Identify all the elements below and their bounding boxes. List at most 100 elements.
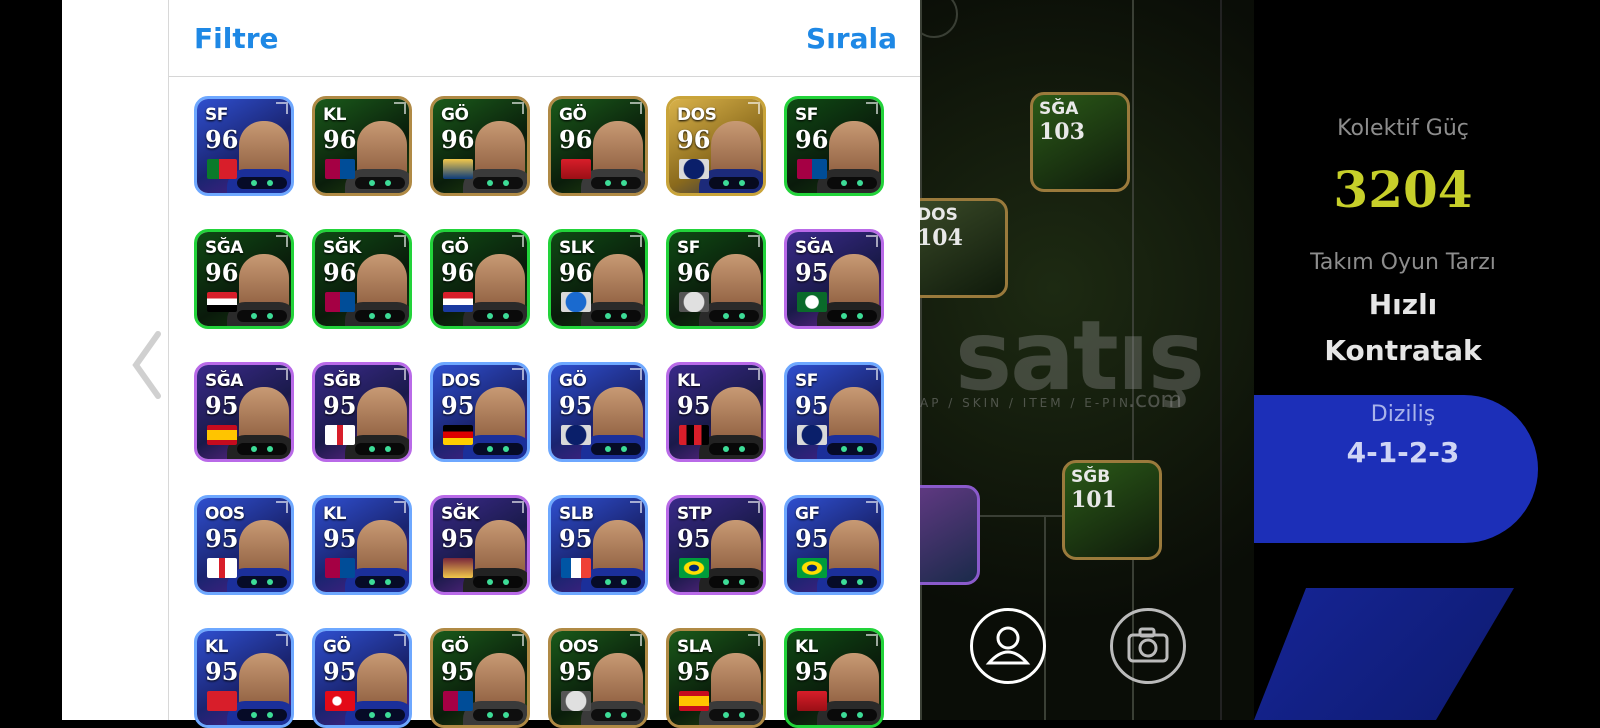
player-position: GÖ [441, 105, 469, 125]
player-rating: 96 [441, 125, 475, 154]
corner-marker [394, 235, 406, 247]
player-card[interactable]: KL 95 [194, 628, 294, 728]
player-card[interactable]: GÖ 96 [548, 96, 648, 196]
player-card[interactable]: KL 96 [312, 96, 412, 196]
nation-flag-icon [679, 558, 709, 578]
nation-flag-icon [797, 292, 827, 312]
player-card[interactable]: GÖ 96 [430, 229, 530, 329]
player-position: GÖ [441, 637, 469, 657]
formation-value[interactable]: 4-1-2-3 [1254, 436, 1576, 469]
nation-flag-icon [679, 425, 709, 445]
player-card[interactable]: OOS 95 [548, 628, 648, 728]
player-rating: 103 [1039, 119, 1085, 145]
corner-marker [276, 368, 288, 380]
skill-indicator [591, 177, 641, 189]
player-position: DOS [920, 205, 958, 225]
corner-marker [276, 235, 288, 247]
player-rating: 96 [559, 258, 593, 287]
player-card[interactable]: KL 95 [784, 628, 884, 728]
player-card[interactable]: SĞA 95 [784, 229, 884, 329]
player-card[interactable]: SF 96 [784, 96, 884, 196]
player-card[interactable]: KL 95 [312, 495, 412, 595]
player-position: SĞK [323, 238, 361, 258]
player-rating: 95 [441, 657, 475, 686]
player-position: KL [205, 637, 229, 657]
player-card[interactable]: STP 95 [666, 495, 766, 595]
player-card[interactable]: SF 96 [194, 96, 294, 196]
player-card[interactable]: SĞK 95 [430, 495, 530, 595]
player-card[interactable]: GÖ 95 [312, 628, 412, 728]
skill-indicator [709, 443, 759, 455]
player-card[interactable]: SLB 95 [548, 495, 648, 595]
nation-flag-icon [561, 425, 591, 445]
corner-marker [630, 102, 642, 114]
skill-indicator [473, 576, 523, 588]
player-card[interactable]: SLK 96 [548, 229, 648, 329]
player-position: GF [795, 504, 820, 524]
corner-marker [394, 102, 406, 114]
watermark-subtitle: AP / SKIN / ITEM / E-PIN [920, 396, 1131, 410]
player-rating: 95 [795, 258, 829, 287]
pitch-player-card[interactable]: DOS 104 [920, 198, 1008, 298]
team-power-value: 3204 [1333, 160, 1473, 219]
pitch-player-card[interactable]: SĞB 101 [1062, 460, 1162, 560]
nation-flag-icon [325, 159, 355, 179]
player-card[interactable]: OOS 95 [194, 495, 294, 595]
corner-marker [630, 501, 642, 513]
player-position: SĞA [205, 238, 243, 258]
player-rating: 95 [559, 657, 593, 686]
player-rating: 96 [677, 125, 711, 154]
skill-indicator [473, 177, 523, 189]
player-position: KL [323, 105, 347, 125]
player-position: KL [677, 371, 701, 391]
skill-indicator [355, 709, 405, 721]
corner-marker [748, 501, 760, 513]
player-card[interactable]: GÖ 95 [430, 628, 530, 728]
player-selection-panel: Filtre Sırala SF 96 KL 96 GÖ 96 GÖ 96 DOS 96 SF 96 S… [168, 0, 921, 728]
skill-indicator [237, 310, 287, 322]
player-card[interactable]: GÖ 95 [548, 362, 648, 462]
formation-label: Diziliş [1370, 402, 1436, 427]
player-card[interactable]: GF 95 [784, 495, 884, 595]
player-rating: 95 [323, 657, 357, 686]
camera-icon [1127, 627, 1169, 663]
pitch-player-card[interactable] [920, 485, 980, 585]
player-card[interactable]: DOS 95 [430, 362, 530, 462]
camera-button[interactable] [1110, 608, 1186, 684]
player-card[interactable]: SF 96 [666, 229, 766, 329]
nation-flag-icon [443, 425, 473, 445]
pitch-player-card[interactable]: SĞA 103 [1030, 92, 1130, 192]
corner-marker [394, 368, 406, 380]
skill-indicator [827, 310, 877, 322]
player-card[interactable]: DOS 96 [666, 96, 766, 196]
pitch-line [920, 0, 922, 720]
filter-button[interactable]: Filtre [194, 22, 279, 55]
player-card[interactable]: SĞB 95 [312, 362, 412, 462]
back-arrow-icon[interactable] [128, 330, 168, 400]
player-position: SĞB [1071, 467, 1111, 487]
nation-flag-icon [325, 425, 355, 445]
nation-flag-icon [443, 159, 473, 179]
player-card[interactable]: SLA 95 [666, 628, 766, 728]
corner-marker [512, 501, 524, 513]
person-icon [985, 626, 1031, 665]
player-rating: 96 [323, 125, 357, 154]
player-profile-button[interactable] [970, 608, 1046, 684]
player-rating: 96 [441, 258, 475, 287]
player-rating: 96 [677, 258, 711, 287]
nation-flag-icon [797, 558, 827, 578]
player-rating: 95 [795, 391, 829, 420]
player-card[interactable]: SF 95 [784, 362, 884, 462]
player-card[interactable]: GÖ 96 [430, 96, 530, 196]
player-card[interactable]: SĞA 95 [194, 362, 294, 462]
sort-button[interactable]: Sırala [806, 22, 897, 55]
player-card[interactable]: SĞA 96 [194, 229, 294, 329]
skill-indicator [473, 709, 523, 721]
corner-marker [276, 501, 288, 513]
player-card[interactable]: SĞK 96 [312, 229, 412, 329]
skill-indicator [591, 576, 641, 588]
nation-flag-icon [561, 691, 591, 711]
player-card[interactable]: KL 95 [666, 362, 766, 462]
player-position: DOS [441, 371, 481, 391]
player-position: GÖ [559, 105, 587, 125]
